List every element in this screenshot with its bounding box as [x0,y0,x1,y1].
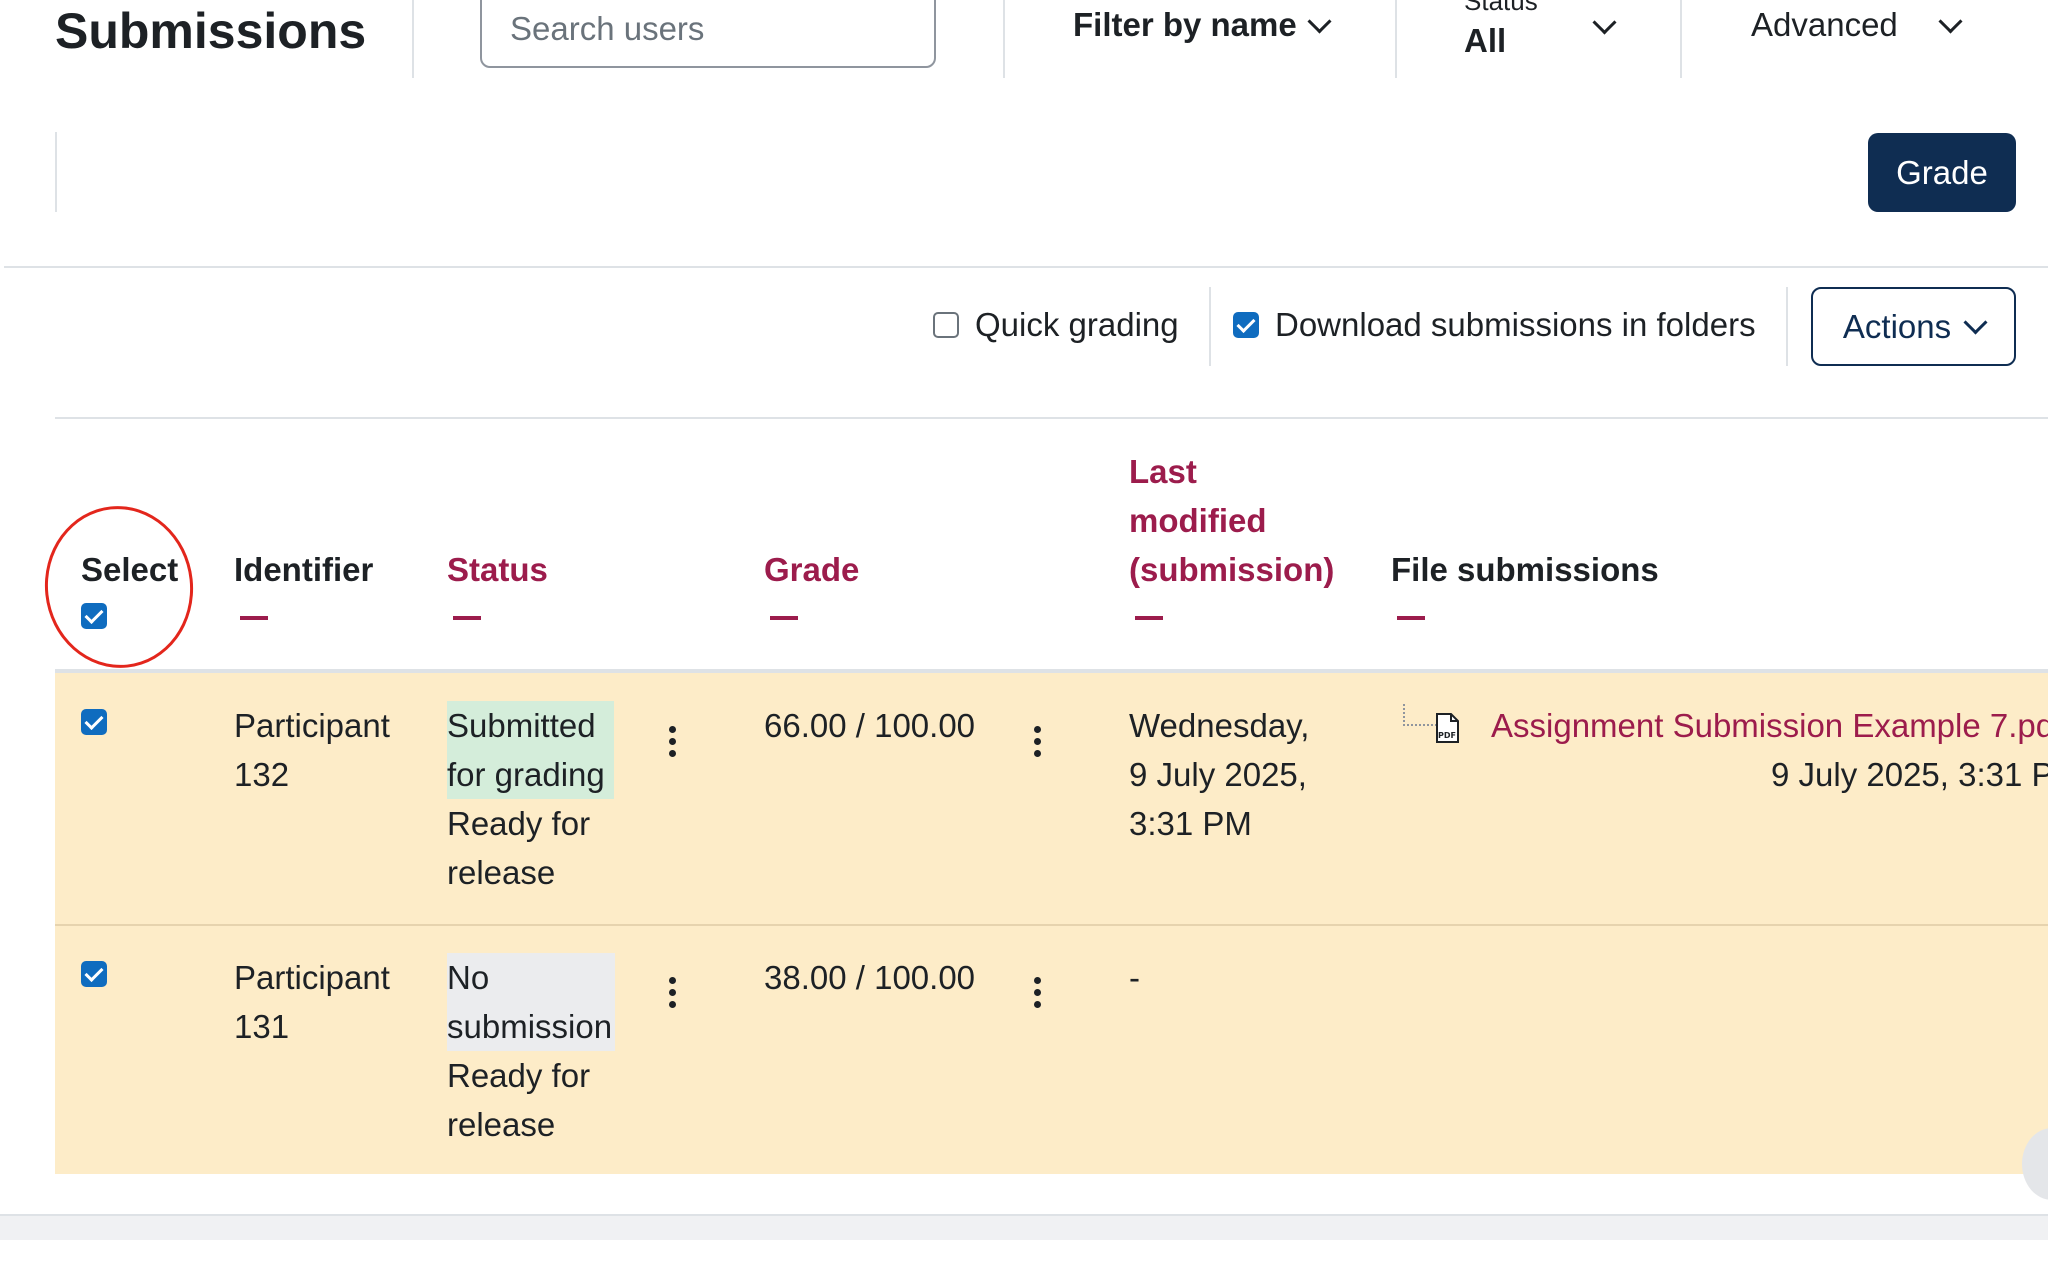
last-modified-text: - [1129,959,1140,996]
actions-label: Actions [1842,307,1952,345]
advanced-label: Advanced [1751,6,1898,43]
identifier-text: 132 [234,756,290,793]
column-header-grade[interactable]: Grade [764,545,859,594]
grade-value: 66.00 / 100.00 [764,707,976,744]
collapse-icon[interactable] [1135,616,1163,620]
column-header-line: (submission) [1129,551,1335,588]
release-status-text: release [447,1106,556,1143]
chevron-down-icon [1307,8,1332,34]
divider [1680,0,1682,78]
divider [412,0,414,78]
grade-value: 38.00 / 100.00 [764,959,976,996]
status-filter-label: Status [1464,0,1538,16]
file-submission-date: 9 July 2025, 3:31 PM [1771,756,2048,793]
status-text: submission [447,1008,613,1045]
status-text: No [447,959,490,996]
collapse-icon[interactable] [1397,616,1425,620]
identifier-cell: Participant 131 [234,953,390,1051]
download-in-folders-label: Download submissions in folders [1275,306,1756,343]
column-header-line: Last [1129,453,1197,490]
actions-button[interactable]: Actions [1811,287,2016,366]
collapse-icon[interactable] [770,616,798,620]
identifier-text: 131 [234,1008,290,1045]
grade-button[interactable]: Grade [1868,133,2016,212]
chevron-down-icon [1938,8,1963,34]
last-modified-text: Wednesday, [1129,707,1310,744]
grade-menu-icon[interactable] [1032,726,1042,757]
quick-grading-option[interactable]: Quick grading [933,306,1179,344]
collapse-icon[interactable] [240,616,268,620]
grade-menu-icon[interactable] [1032,977,1042,1008]
download-in-folders-option[interactable]: Download submissions in folders [1233,306,1756,344]
select-all-checkbox[interactable] [81,603,107,629]
last-modified-cell: Wednesday, 9 July 2025, 3:31 PM [1129,701,1309,848]
column-header-select: Select [81,551,179,588]
chevron-down-icon [1963,310,1988,335]
release-status-text: Ready for [447,805,591,842]
status-filter-dropdown[interactable]: Status All [1464,0,1624,78]
status-badge: No submission [447,953,615,1051]
row-select-checkbox[interactable] [81,961,107,987]
status-cell: No submission Ready for release [447,953,615,1149]
status-text: Submitted [447,707,596,744]
column-header-last-modified[interactable]: Last modified (submission) [1129,447,1334,594]
file-submission-link[interactable]: Assignment Submission Example 7.pdf [1491,701,2048,750]
identifier-cell: Participant 132 [234,701,390,799]
status-cell: Submitted for grading Ready for release [447,701,614,897]
page-footer-bar [0,1214,2048,1240]
divider [4,266,2048,268]
status-menu-icon[interactable] [667,977,677,1008]
last-modified-text: 3:31 PM [1129,805,1252,842]
column-header-file-submissions: File submissions [1391,551,1659,588]
column-header-line: modified [1129,502,1267,539]
last-modified-text: 9 July 2025, [1129,756,1307,793]
search-users-input[interactable] [480,0,936,68]
divider [1786,287,1788,366]
pdf-file-icon: PDF [1436,713,1459,743]
svg-text:PDF: PDF [1438,731,1456,740]
identifier-text: Participant [234,959,390,996]
release-status-text: release [447,854,556,891]
status-badge: Submitted for grading [447,701,614,799]
release-status-text: Ready for [447,1057,591,1094]
divider [1209,287,1211,366]
identifier-text: Participant [234,707,390,744]
status-menu-icon[interactable] [667,726,677,757]
collapse-icon[interactable] [453,616,481,620]
quick-grading-label: Quick grading [975,306,1179,343]
filter-by-name-label: Filter by name [1073,6,1297,43]
row-select-checkbox[interactable] [81,709,107,735]
status-text: for grading [447,756,605,793]
quick-grading-checkbox[interactable] [933,312,959,338]
filter-by-name-dropdown[interactable]: Filter by name [1073,6,1332,44]
column-header-status[interactable]: Status [447,545,548,594]
divider [1003,0,1005,78]
divider [55,417,2048,419]
divider [1395,0,1397,78]
divider [55,132,57,212]
download-in-folders-checkbox[interactable] [1233,312,1259,338]
page-title: Submissions [55,3,367,59]
advanced-dropdown[interactable]: Advanced [1751,6,1963,44]
column-header-identifier[interactable]: Identifier [234,545,373,594]
